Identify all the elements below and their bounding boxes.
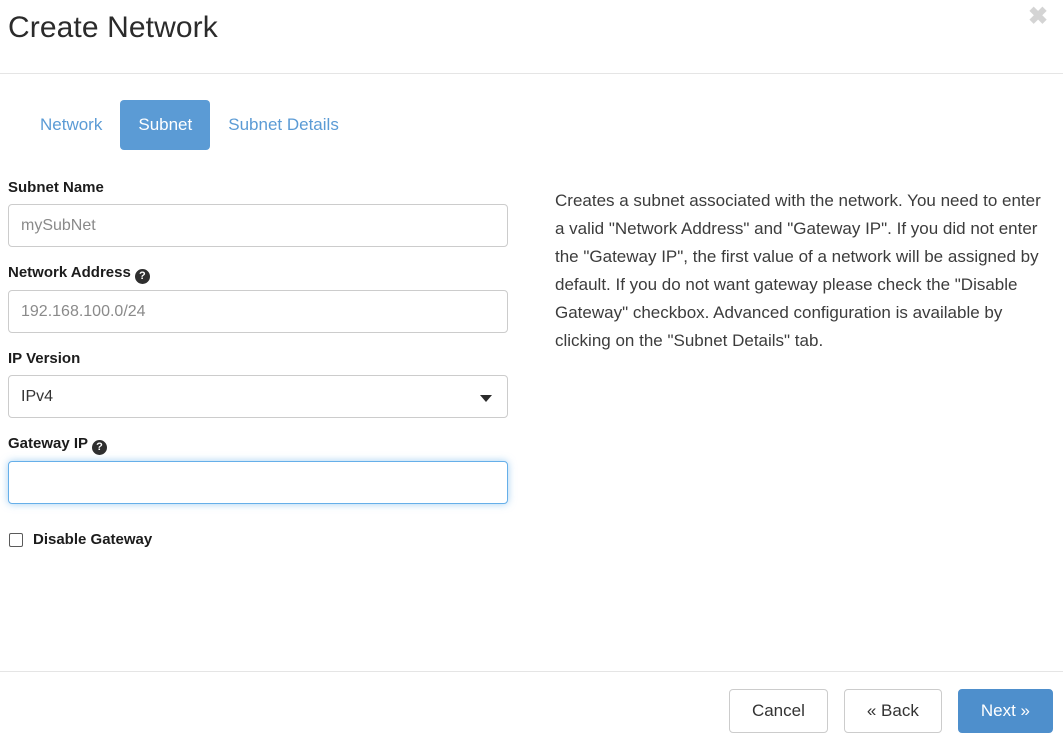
gateway-ip-input[interactable] <box>8 461 508 504</box>
tab-bar: Network Subnet Subnet Details <box>22 100 357 150</box>
cancel-button[interactable]: Cancel <box>728 688 828 733</box>
tab-network[interactable]: Network <box>22 100 120 150</box>
field-ip-version: IP Version IPv4 <box>8 349 508 418</box>
subnet-name-label: Subnet Name <box>8 179 104 196</box>
question-mark-icon[interactable]: ? <box>134 269 150 284</box>
field-gateway-ip: Gateway IP? <box>8 434 508 504</box>
next-button[interactable]: Next » <box>957 688 1053 733</box>
help-column: Creates a subnet associated with the net… <box>530 178 1063 355</box>
gateway-ip-label: Gateway IP? <box>8 434 508 455</box>
network-address-label-text: Network Address <box>8 264 131 281</box>
gateway-ip-label-text: Gateway IP <box>8 435 89 452</box>
disable-gateway-label[interactable]: Disable Gateway <box>33 530 152 550</box>
modal-header: Create Network ✖ <box>0 0 1063 74</box>
subnet-name-input[interactable] <box>8 204 508 247</box>
back-button[interactable]: « Back <box>843 688 942 733</box>
close-icon[interactable]: ✖ <box>1023 2 1053 32</box>
disable-gateway-checkbox[interactable] <box>9 533 23 547</box>
ip-version-label: IP Version <box>8 350 81 367</box>
question-mark-icon[interactable]: ? <box>92 440 108 455</box>
network-address-label: Network Address? <box>8 263 508 284</box>
modal-footer: Cancel « Back Next » <box>0 671 1063 749</box>
ip-version-select-wrap: IPv4 <box>8 375 508 418</box>
field-subnet-name: Subnet Name <box>8 178 508 247</box>
create-network-modal: Create Network ✖ Network Subnet Subnet D… <box>0 0 1063 749</box>
field-network-address: Network Address? <box>8 263 508 333</box>
form-column: Subnet Name Network Address? IP Version … <box>0 178 530 550</box>
page-title: Create Network <box>8 11 218 44</box>
ip-version-select[interactable]: IPv4 <box>8 375 508 418</box>
modal-body: Network Subnet Subnet Details Subnet Nam… <box>0 74 1063 671</box>
tab-subnet-details[interactable]: Subnet Details <box>210 100 357 150</box>
tab-subnet[interactable]: Subnet <box>120 100 211 150</box>
network-address-input[interactable] <box>8 290 508 333</box>
help-text: Creates a subnet associated with the net… <box>555 191 1041 350</box>
disable-gateway-row: Disable Gateway <box>8 530 508 550</box>
modal-content: Subnet Name Network Address? IP Version … <box>0 178 1063 550</box>
